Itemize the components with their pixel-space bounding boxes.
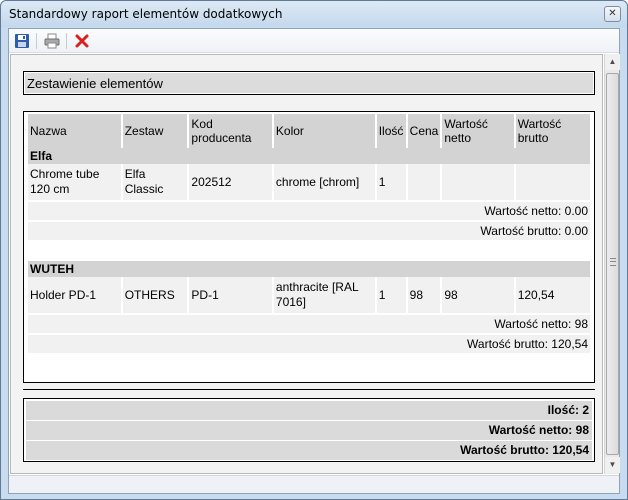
column-header: Cena bbox=[407, 114, 441, 148]
group-sum-row: Wartość brutto: 120,54 bbox=[28, 333, 590, 353]
table-header-row: Nazwa Zestaw Kod producenta Kolor Ilość … bbox=[28, 114, 590, 148]
section-header: Zestawienie elementów bbox=[23, 71, 595, 95]
toolbar-separator bbox=[66, 33, 67, 49]
group-row: WUTEH bbox=[28, 261, 590, 277]
group-sum-netto: Wartość netto: 0.00 bbox=[28, 200, 590, 220]
window-title: Standardowy raport elementów dodatkowych bbox=[9, 7, 283, 21]
client-area: Zestawienie elementów Nazwa Zestaw Kod p… bbox=[8, 28, 620, 494]
group-sum-row: Wartość brutto: 0.00 bbox=[28, 220, 590, 240]
cell-kolor: anthracite [RAL 7016] bbox=[273, 277, 375, 313]
total-ilosc: Ilość: 2 bbox=[26, 401, 592, 420]
close-button[interactable]: ✕ bbox=[604, 6, 621, 22]
delete-icon bbox=[75, 34, 89, 48]
items-table-box: Nazwa Zestaw Kod producenta Kolor Ilość … bbox=[23, 111, 595, 383]
cell-ilosc: 1 bbox=[376, 277, 406, 313]
column-header: Kod producenta bbox=[189, 114, 272, 148]
report-viewport[interactable]: Zestawienie elementów Nazwa Zestaw Kod p… bbox=[10, 54, 603, 474]
delete-button[interactable] bbox=[72, 32, 92, 50]
group-row: Elfa bbox=[28, 148, 590, 164]
group-name: Elfa bbox=[28, 148, 590, 164]
column-header: Wartość brutto bbox=[515, 114, 590, 148]
scroll-down-button[interactable]: ▼ bbox=[605, 457, 620, 473]
cell-zestaw: Elfa Classic bbox=[122, 164, 188, 200]
group-name: WUTEH bbox=[28, 261, 590, 277]
totals-box: Ilość: 2 Wartość netto: 98 Wartość brutt… bbox=[23, 398, 595, 462]
column-header: Nazwa bbox=[28, 114, 121, 148]
cell-cena bbox=[407, 164, 441, 200]
print-button[interactable] bbox=[42, 32, 62, 50]
status-bar bbox=[9, 475, 619, 493]
cell-brutto: 120,54 bbox=[515, 277, 590, 313]
column-header: Zestaw bbox=[122, 114, 188, 148]
cell-netto: 98 bbox=[442, 277, 514, 313]
group-sum-row: Wartość netto: 0.00 bbox=[28, 200, 590, 220]
grip-icon bbox=[610, 258, 616, 266]
total-brutto: Wartość brutto: 120,54 bbox=[26, 441, 592, 460]
column-header: Ilość bbox=[376, 114, 406, 148]
cell-netto bbox=[442, 164, 514, 200]
cell-kolor: chrome [chrom] bbox=[273, 164, 375, 200]
cell-zestaw: OTHERS bbox=[122, 277, 188, 313]
table-row: Holder PD-1 OTHERS PD-1 anthracite [RAL … bbox=[28, 277, 590, 313]
divider bbox=[23, 389, 595, 390]
group-sum-brutto: Wartość brutto: 0.00 bbox=[28, 220, 590, 240]
save-icon bbox=[15, 34, 29, 48]
spacer-row bbox=[28, 240, 590, 261]
items-table: Nazwa Zestaw Kod producenta Kolor Ilość … bbox=[26, 114, 592, 353]
cell-cena: 98 bbox=[407, 277, 441, 313]
cell-kod: PD-1 bbox=[189, 277, 272, 313]
toolbar-separator bbox=[36, 33, 37, 49]
print-icon bbox=[44, 33, 60, 49]
scrollbar-thumb[interactable] bbox=[606, 73, 619, 455]
cell-kod: 202512 bbox=[189, 164, 272, 200]
cell-ilosc: 1 bbox=[376, 164, 406, 200]
title-bar[interactable]: Standardowy raport elementów dodatkowych… bbox=[1, 1, 627, 27]
group-sum-row: Wartość netto: 98 bbox=[28, 313, 590, 333]
total-netto: Wartość netto: 98 bbox=[26, 421, 592, 440]
toolbar bbox=[9, 29, 619, 53]
cell-brutto bbox=[515, 164, 590, 200]
column-header: Kolor bbox=[273, 114, 375, 148]
report-window: Standardowy raport elementów dodatkowych… bbox=[0, 0, 628, 500]
group-sum-netto: Wartość netto: 98 bbox=[28, 313, 590, 333]
group-sum-brutto: Wartość brutto: 120,54 bbox=[28, 333, 590, 353]
section-title: Zestawienie elementów bbox=[25, 73, 593, 93]
vertical-scrollbar[interactable]: ▲ ▼ bbox=[604, 54, 620, 474]
table-row: Chrome tube 120 cm Elfa Classic 202512 c… bbox=[28, 164, 590, 200]
save-button[interactable] bbox=[12, 32, 32, 50]
cell-nazwa: Holder PD-1 bbox=[28, 277, 121, 313]
scroll-up-button[interactable]: ▲ bbox=[605, 54, 620, 70]
cell-nazwa: Chrome tube 120 cm bbox=[28, 164, 121, 200]
column-header: Wartość netto bbox=[442, 114, 514, 148]
